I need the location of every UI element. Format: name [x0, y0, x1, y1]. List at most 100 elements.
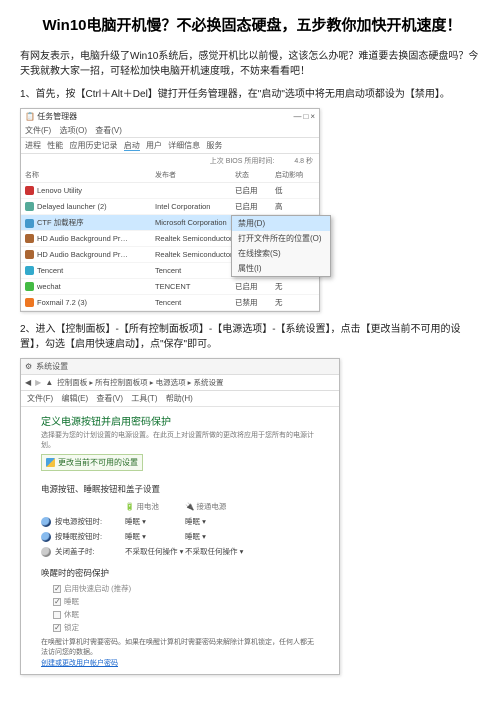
- intro-paragraph: 有网友表示，电脑升级了Win10系统后，感觉开机比以前慢，这该怎么办呢？难道要去…: [20, 49, 484, 79]
- change-unavailable-settings-link[interactable]: 更改当前不可用的设置: [41, 454, 143, 471]
- table-row[interactable]: wechatTENCENT已启用无: [21, 279, 319, 295]
- cell-status: 已禁用: [235, 297, 275, 308]
- app-icon: [25, 219, 34, 228]
- app-icon: [25, 298, 34, 307]
- menu-view[interactable]: 查看(V): [96, 394, 123, 403]
- menu-file[interactable]: 文件(F): [27, 394, 53, 403]
- table-row[interactable]: Foxmail 7.2 (3)Tencent已禁用无: [21, 295, 319, 311]
- cell-publisher: Microsoft Corporation: [155, 218, 235, 227]
- breadcrumb[interactable]: 控制面板 ▸ 所有控制面板项 ▸ 电源选项 ▸ 系统设置: [57, 377, 335, 388]
- cell-status: 已启用: [235, 281, 275, 292]
- app-icon: [25, 234, 34, 243]
- nav-forward-icon[interactable]: ▶: [35, 378, 41, 387]
- menu-tools[interactable]: 工具(T): [131, 394, 157, 403]
- page-heading: 定义电源按钮并启用密码保护: [41, 413, 319, 428]
- column-headers: 名称 发布者 状态 启动影响: [21, 168, 319, 183]
- checkbox-icon: [53, 624, 61, 632]
- menu-file[interactable]: 文件(F): [25, 126, 51, 135]
- opt-plugged-select[interactable]: 睡眠 ▾: [185, 516, 319, 527]
- article-title: Win10电脑开机慢？不必换固态硬盘，五步教你加快开机速度！: [20, 14, 484, 35]
- cell-impact: 高: [275, 201, 315, 212]
- cell-impact: 无: [275, 297, 315, 308]
- tab[interactable]: 详细信息: [168, 141, 200, 150]
- cell-publisher: TENCENT: [155, 282, 235, 291]
- checkbox-icon: [53, 598, 61, 606]
- window-titlebar: ⚙ 系统设置: [21, 359, 339, 375]
- opt-battery-select[interactable]: 睡眠 ▾: [125, 531, 185, 542]
- ctx-search-online[interactable]: 在线搜索(S): [232, 246, 330, 261]
- power-icon: [41, 547, 51, 557]
- cell-status: 已启用: [235, 185, 275, 196]
- col-publisher[interactable]: 发布者: [155, 170, 235, 180]
- col-name[interactable]: 名称: [25, 170, 155, 180]
- cell-impact: 低: [275, 185, 315, 196]
- create-password-link[interactable]: 创建或更改用户帐户密码: [41, 660, 118, 667]
- power-option-row: 关闭盖子时:不采取任何操作 ▾不采取任何操作 ▾: [41, 544, 319, 559]
- col-impact[interactable]: 启动影响: [275, 170, 315, 180]
- window-title: 📋 任务管理器: [25, 111, 77, 122]
- col-battery: 🔋 用电池: [125, 501, 185, 512]
- app-icon: [25, 282, 34, 291]
- shutdown-setting-checkbox[interactable]: 启用快速启动 (推荐): [41, 582, 319, 595]
- step-1-text: 1、首先，按【Ctrl＋Alt＋Del】键打开任务管理器，在"启动"选项中将无用…: [20, 87, 484, 102]
- minimize-button[interactable]: —: [293, 112, 301, 121]
- breadcrumb-bar: ◀ ▶ ▲ 控制面板 ▸ 所有控制面板项 ▸ 电源选项 ▸ 系统设置: [21, 375, 339, 391]
- menu-options[interactable]: 选项(O): [59, 126, 87, 135]
- shutdown-setting-checkbox[interactable]: 休眠: [41, 608, 319, 621]
- app-icon: [25, 266, 34, 275]
- nav-up-icon[interactable]: ▲: [45, 378, 53, 387]
- menu-view[interactable]: 查看(V): [95, 126, 122, 135]
- section-password-title: 唤醒时的密码保护: [41, 567, 319, 579]
- opt-battery-select[interactable]: 睡眠 ▾: [125, 516, 185, 527]
- menu-edit[interactable]: 编辑(E): [61, 394, 88, 403]
- menu-help[interactable]: 帮助(H): [166, 394, 193, 403]
- shutdown-setting-checkbox[interactable]: 锁定: [41, 621, 319, 634]
- menu-bar: 文件(F) 选项(O) 查看(V): [21, 124, 319, 138]
- ctx-properties[interactable]: 属性(I): [232, 261, 330, 276]
- bios-time: 上次 BIOS 所用时间:4.8 秒: [21, 154, 319, 168]
- maximize-button[interactable]: □: [303, 112, 308, 121]
- step-2-text: 2、进入【控制面板】-【所有控制面板项】-【电源选项】-【系统设置】，点击【更改…: [20, 322, 484, 352]
- window-titlebar: 📋 任务管理器 — □ ×: [21, 109, 319, 124]
- table-row[interactable]: Delayed launcher (2)Intel Corporation已启用…: [21, 199, 319, 215]
- tab[interactable]: 服务: [206, 141, 222, 150]
- ctx-open-location[interactable]: 打开文件所在的位置(O): [232, 231, 330, 246]
- tab-startup[interactable]: 启动: [124, 141, 140, 151]
- opt-label: 按睡眠按钮时:: [55, 531, 125, 542]
- column-headers: 🔋 用电池 🔌 接通电源: [41, 499, 319, 514]
- power-icon: [41, 532, 51, 542]
- section-buttons-title: 电源按钮、睡眠按钮和盖子设置: [41, 483, 319, 495]
- shield-icon: [46, 458, 55, 467]
- table-row[interactable]: Lenovo Utility已启用低: [21, 183, 319, 199]
- col-plugged: 🔌 接通电源: [185, 501, 319, 512]
- cell-publisher: Intel Corporation: [155, 202, 235, 211]
- menu-bar: 文件(F) 编辑(E) 查看(V) 工具(T) 帮助(H): [21, 391, 339, 407]
- window-title: 系统设置: [36, 361, 68, 372]
- opt-label: 按电源按钮时:: [55, 516, 125, 527]
- col-status[interactable]: 状态: [235, 170, 275, 180]
- tab[interactable]: 进程: [25, 141, 41, 150]
- power-icon: [41, 517, 51, 527]
- close-button[interactable]: ×: [310, 112, 315, 121]
- shutdown-setting-checkbox[interactable]: 睡眠: [41, 595, 319, 608]
- password-description: 在唤醒计算机时需要密码。如果在唤醒计算机时需要密码来解除计算机锁定，任何人都无法…: [41, 638, 319, 658]
- tab-bar: 进程 性能 应用历史记录 启动 用户 详细信息 服务: [21, 138, 319, 154]
- tab[interactable]: 应用历史记录: [69, 141, 117, 150]
- screenshot-task-manager: 📋 任务管理器 — □ × 文件(F) 选项(O) 查看(V) 进程 性能 应用…: [20, 108, 320, 312]
- tab[interactable]: 性能: [47, 141, 63, 150]
- app-icon: [25, 186, 34, 195]
- opt-plugged-select[interactable]: 睡眠 ▾: [185, 531, 319, 542]
- app-icon: [25, 250, 34, 259]
- opt-plugged-select[interactable]: 不采取任何操作 ▾: [185, 546, 319, 557]
- power-option-row: 按电源按钮时:睡眠 ▾睡眠 ▾: [41, 514, 319, 529]
- tab[interactable]: 用户: [146, 141, 162, 150]
- checkbox-icon: [53, 585, 61, 593]
- app-icon: [25, 202, 34, 211]
- table-row[interactable]: CTF 加载程序Microsoft Corporation已禁用无禁用(D)打开…: [21, 215, 319, 231]
- ctx-disable[interactable]: 禁用(D): [232, 216, 330, 231]
- cell-publisher: Realtek Semiconductor: [155, 234, 235, 243]
- checkbox-icon: [53, 611, 61, 619]
- nav-back-icon[interactable]: ◀: [25, 378, 31, 387]
- opt-battery-select[interactable]: 不采取任何操作 ▾: [125, 546, 185, 557]
- power-icon: ⚙: [25, 362, 32, 371]
